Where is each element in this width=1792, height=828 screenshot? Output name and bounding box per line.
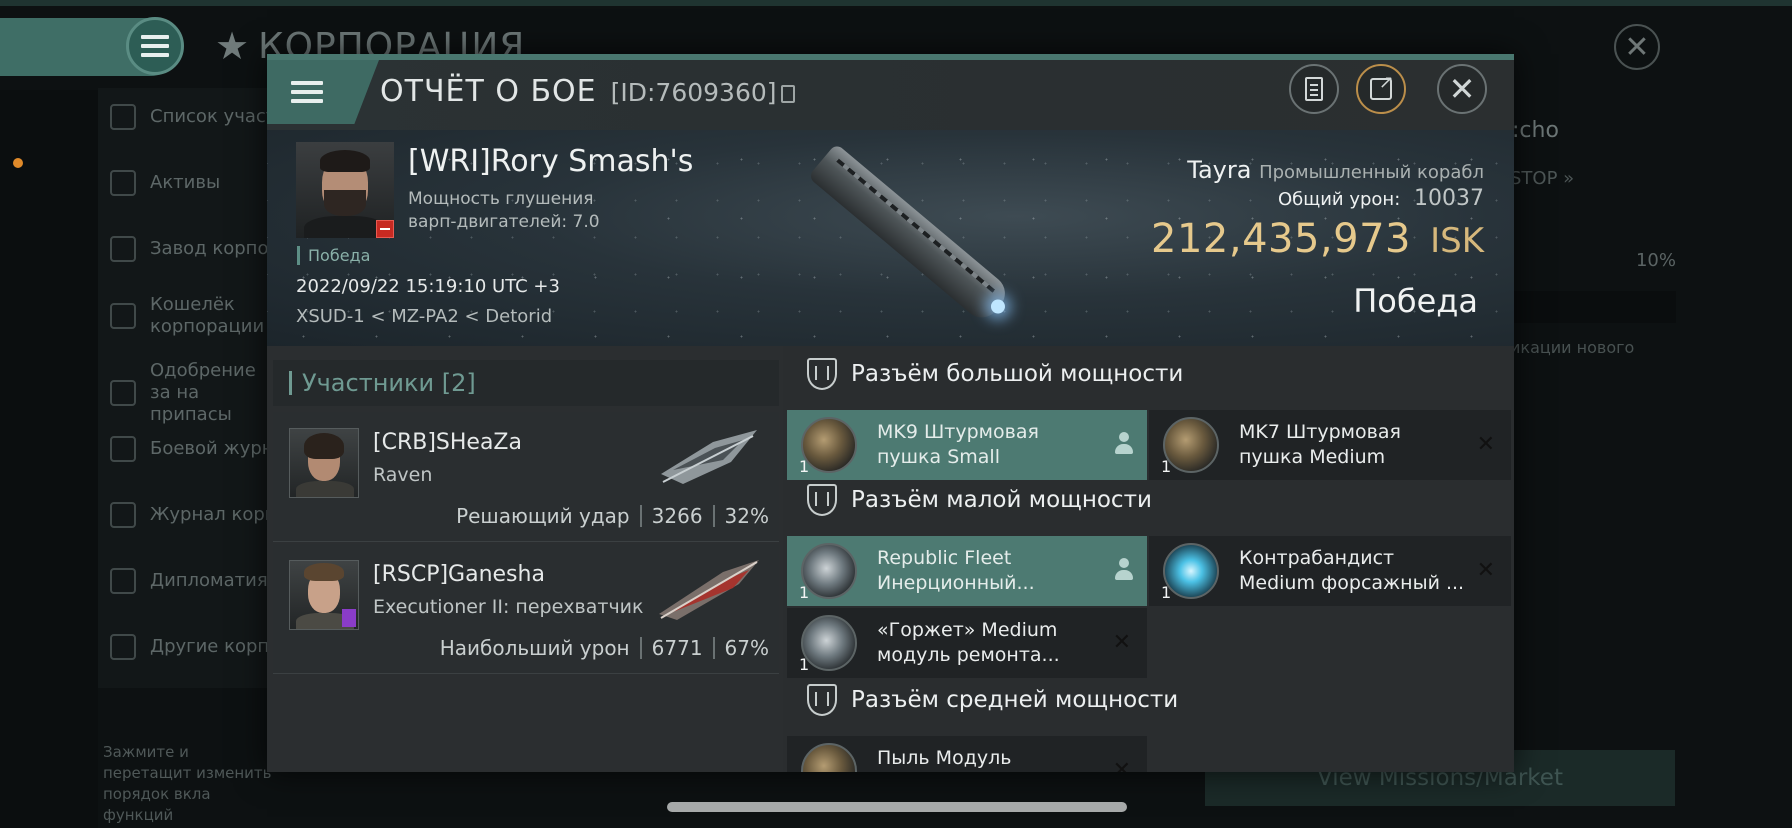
module-icon: [801, 615, 857, 671]
module-item[interactable]: 1 MK7 Штурмовая пушка Medium ✕: [1149, 410, 1511, 480]
slot-header-low: Разъём малой мощности: [787, 484, 1152, 516]
module-item[interactable]: 1 MK9 Штурмовая пушка Small: [787, 410, 1147, 480]
total-damage: Общий урон: 10037: [1278, 186, 1484, 211]
victim-name[interactable]: [WRI]Rory Smash's: [408, 144, 693, 179]
kill-banner: [WRI]Rory Smash's Мощность глушения варп…: [267, 130, 1514, 346]
approval-icon: [110, 380, 136, 406]
sidebar-item-members[interactable]: Список участ: [110, 104, 276, 130]
shield-icon: [807, 684, 837, 716]
close-button[interactable]: ✕: [1437, 64, 1487, 114]
module-icon: [801, 543, 857, 599]
sidebar-item-diplomacy[interactable]: Дипломатия: [110, 568, 268, 594]
background-stop-button[interactable]: STOP »: [1510, 168, 1574, 189]
participant-stats: Решающий удар 3266 32%: [456, 504, 769, 528]
participant-row[interactable]: [RSCP]Ganesha Executioner II: перехватчи…: [273, 544, 779, 674]
warp-scramble-strength: Мощность глушения варп-двигателей: 7.0: [408, 189, 600, 232]
module-item[interactable]: 1 Контрабандист Medium форсажный ... ✕: [1149, 536, 1511, 606]
module-icon: [801, 743, 857, 772]
notification-dot: [13, 158, 23, 168]
person-icon: [1115, 558, 1133, 580]
report-button[interactable]: [1289, 64, 1339, 114]
ship-image: [777, 134, 1013, 344]
module-icon: [801, 417, 857, 473]
close-icon: ✕: [1448, 70, 1476, 108]
share-button[interactable]: [1356, 64, 1406, 114]
close-icon: ✕: [1624, 29, 1650, 65]
participant-portrait[interactable]: [289, 560, 359, 630]
participant-row[interactable]: [CRB]SHeaZa Raven Решающий удар 3266 32%: [273, 412, 779, 542]
wallet-icon: [110, 303, 136, 329]
sidebar-hint: Зажмите и перетащит изменить порядок вкл…: [103, 743, 272, 824]
report-icon: [1305, 77, 1323, 101]
diplomacy-icon: [110, 568, 136, 594]
share-icon: [1370, 72, 1394, 100]
slot-header-mid: Разъём средней мощности: [787, 684, 1178, 716]
fitting-panel: Разъём большой мощности 1 MK9 Штурмовая п…: [787, 346, 1514, 772]
report-id: [ID:7609360]: [611, 78, 795, 107]
home-indicator[interactable]: [667, 802, 1127, 812]
background-right-label: :cho: [1512, 118, 1559, 143]
module-icon: [1163, 417, 1219, 473]
implant-badge: [342, 609, 356, 627]
assets-icon: [110, 170, 136, 196]
sidebar-item-wallet[interactable]: Кошелёк корпорации: [110, 294, 264, 338]
person-icon: [1115, 432, 1133, 454]
dialog-title: ОТЧЁТ О БОЕ [ID:7609360]: [380, 74, 795, 109]
sidebar-item-combat-log[interactable]: Боевой журна: [110, 436, 285, 462]
result-label: Победа: [1353, 282, 1478, 320]
destroyed-icon: ✕: [1476, 558, 1495, 583]
background-right-note: икации нового: [1510, 338, 1635, 357]
slot-header-high: Разъём большой мощности: [787, 358, 1183, 390]
participants-panel: Участники [2] [CRB]SHeaZa Raven Решающий…: [267, 346, 783, 772]
sidebar-item-approval[interactable]: Одобрение за на припасы: [110, 360, 270, 426]
members-icon: [110, 104, 136, 130]
sidebar-item-corp-log[interactable]: Журнал корпо: [110, 502, 288, 528]
participant-ship: Executioner II: перехватчик: [373, 596, 644, 618]
participants-header: Участники [2]: [273, 360, 779, 406]
participant-stats: Наибольший урон 6771 67%: [439, 636, 769, 660]
participant-portrait[interactable]: [289, 428, 359, 498]
factory-icon: [110, 236, 136, 262]
background-percent: 10%: [1635, 249, 1676, 271]
menu-icon: [291, 81, 323, 103]
copy-icon[interactable]: [780, 85, 795, 103]
kill-location[interactable]: XSUD-1 < MZ-PA2 < Detorid: [296, 306, 552, 327]
sidebar-item-other-corps[interactable]: Другие корпо: [110, 634, 280, 660]
loss-badge: [376, 220, 394, 238]
background-left-edge: [0, 90, 98, 828]
background-top-bar: [0, 0, 1792, 6]
sidebar-item-assets[interactable]: Активы: [110, 170, 220, 196]
module-item[interactable]: 1 Republic Fleet Инерционный...: [787, 536, 1147, 606]
star-icon: ★: [215, 24, 251, 68]
log-icon: [110, 502, 136, 528]
victory-tag: Победа: [297, 246, 370, 265]
background-bar: [1510, 291, 1676, 323]
destroyed-icon: ✕: [1112, 758, 1131, 772]
shield-icon: [807, 358, 837, 390]
combat-report-dialog: ОТЧЁТ О БОЕ [ID:7609360] ✕ [WRI]Rory Sma…: [267, 54, 1514, 772]
destroyed-icon: ✕: [1476, 432, 1495, 457]
participant-name: [RSCP]Ganesha: [373, 562, 545, 587]
participant-ship: Raven: [373, 464, 433, 486]
combat-icon: [110, 436, 136, 462]
isk-value: 212,435,973 ISK: [1151, 216, 1484, 262]
corporation-icon: [110, 634, 136, 660]
module-item[interactable]: 1 Пыль Модуль ✕: [787, 736, 1147, 772]
destroyed-icon: ✕: [1112, 630, 1131, 655]
background-close-button[interactable]: ✕: [1614, 24, 1660, 70]
kill-timestamp: 2022/09/22 15:19:10 UTC +3: [296, 276, 560, 297]
background-menu-button[interactable]: [126, 17, 184, 75]
participant-ship-image: [661, 430, 757, 484]
module-icon: [1163, 543, 1219, 599]
sidebar-item-factory[interactable]: Завод корпор: [110, 236, 280, 262]
ship-name[interactable]: Tayra Промышленный корабл: [1187, 156, 1484, 184]
participant-ship-image: [659, 560, 759, 620]
shield-icon: [807, 484, 837, 516]
module-item[interactable]: 1 «Горжет» Medium модуль ремонта... ✕: [787, 608, 1147, 678]
menu-icon: [141, 35, 169, 57]
participant-name: [CRB]SHeaZa: [373, 430, 522, 455]
